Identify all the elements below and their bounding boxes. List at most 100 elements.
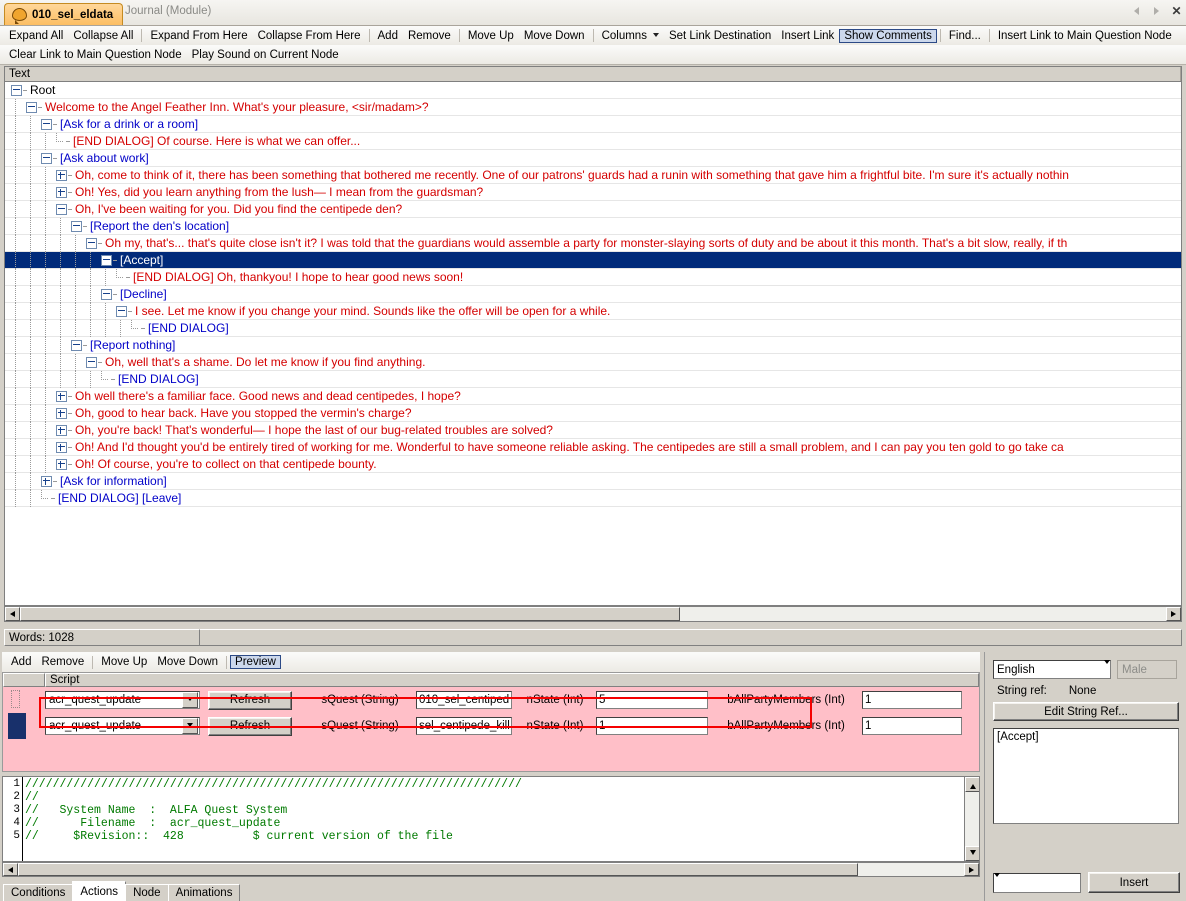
nav-back-icon[interactable] — [1131, 4, 1142, 17]
source-code-text[interactable]: ////////////////////////////////////////… — [23, 777, 979, 861]
tree-row[interactable]: [END DIALOG] — [5, 370, 1181, 388]
code-scroll-down-button[interactable] — [965, 846, 979, 861]
scroll-track[interactable] — [680, 607, 1166, 621]
tree-row[interactable]: [END DIALOG] Of course. Here is what we … — [5, 132, 1181, 150]
actions-add[interactable]: Add — [6, 655, 36, 669]
expand-icon[interactable] — [56, 186, 67, 198]
tree-horizontal-scrollbar[interactable] — [4, 606, 1182, 622]
tree-column-text[interactable]: Text — [5, 67, 1181, 81]
tree-row[interactable]: [Ask about work] — [5, 149, 1181, 167]
toolbar-set-link-destination[interactable]: Set Link Destination — [664, 29, 776, 43]
close-icon[interactable]: ✕ — [1171, 4, 1182, 18]
expand-icon[interactable] — [56, 169, 67, 181]
tree-row[interactable]: Welcome to the Angel Feather Inn. What's… — [5, 98, 1181, 116]
toolbar-move-up[interactable]: Move Up — [463, 29, 519, 43]
script-grid-row[interactable]: acr_quest_update Refresh sQuest (String) se… — [3, 713, 979, 739]
refresh-button[interactable]: Refresh — [208, 716, 292, 736]
refresh-button[interactable]: Refresh — [208, 690, 292, 710]
tree-row[interactable]: Root — [5, 82, 1181, 99]
edit-string-ref-button[interactable]: Edit String Ref... — [993, 702, 1179, 721]
script-source-viewer[interactable]: 12345 //////////////////////////////////… — [2, 776, 980, 862]
chevron-down-icon[interactable] — [182, 718, 198, 734]
script-grid-header-script[interactable]: Script — [45, 673, 979, 687]
tree-row[interactable]: Oh well there's a familiar face. Good ne… — [5, 387, 1181, 405]
nav-forward-icon[interactable] — [1151, 4, 1162, 17]
script-name-select[interactable]: acr_quest_update — [45, 691, 200, 709]
collapse-icon[interactable] — [26, 101, 37, 113]
expand-icon[interactable] — [56, 424, 67, 436]
node-text-editor[interactable]: [Accept] — [993, 728, 1179, 824]
ballparty-input[interactable]: 1 — [862, 717, 962, 735]
toolbar-collapse-from-here[interactable]: Collapse From Here — [253, 29, 366, 43]
toolbar-expand-from-here[interactable]: Expand From Here — [145, 29, 252, 43]
script-name-select[interactable]: acr_quest_update — [45, 717, 200, 735]
code-scroll-left-button[interactable] — [3, 863, 18, 876]
toolbar-move-down[interactable]: Move Down — [519, 29, 590, 43]
tree-row[interactable]: Oh, you're back! That's wonderful— I hop… — [5, 421, 1181, 439]
toolbar-remove[interactable]: Remove — [403, 29, 456, 43]
expand-icon[interactable] — [56, 458, 67, 470]
collapse-icon[interactable] — [41, 152, 52, 164]
tree-row[interactable]: [Report the den's location] — [5, 217, 1181, 235]
toolbar-columns[interactable]: Columns — [597, 29, 664, 43]
collapse-icon[interactable] — [116, 305, 127, 317]
expand-icon[interactable] — [56, 441, 67, 453]
chevron-down-icon[interactable] — [1104, 659, 1110, 679]
script-grid-row[interactable]: acr_quest_update Refresh sQuest (String) 01… — [3, 687, 979, 713]
tree-row[interactable]: Oh, come to think of it, there has been … — [5, 166, 1181, 184]
tree-row[interactable]: Oh, good to hear back. Have you stopped … — [5, 404, 1181, 422]
toolbar-expand-all[interactable]: Expand All — [4, 29, 68, 43]
tree-rows[interactable]: Root Welcome to the Angel Feather Inn. Wh… — [5, 82, 1181, 605]
tree-row[interactable]: Oh, I've been waiting for you. Did you f… — [5, 200, 1181, 218]
tree-row[interactable]: Oh! And I'd thought you'd be entirely ti… — [5, 438, 1181, 456]
collapse-icon[interactable] — [71, 220, 82, 232]
toolbar-add[interactable]: Add — [373, 29, 403, 43]
language-select[interactable]: English — [993, 659, 1111, 679]
collapse-icon[interactable] — [71, 339, 82, 351]
code-hscroll-track[interactable] — [858, 863, 964, 876]
code-scroll-right-button[interactable] — [964, 863, 979, 876]
toolbar-show-comments[interactable]: Show Comments — [839, 28, 937, 43]
chevron-down-icon[interactable] — [182, 692, 198, 708]
toolbar-collapse-all[interactable]: Collapse All — [68, 29, 138, 43]
tree-row[interactable]: [END DIALOG] — [5, 319, 1181, 337]
chevron-down-icon-2[interactable] — [994, 872, 1000, 892]
tree-row[interactable]: [END DIALOG] [Leave] — [5, 489, 1181, 507]
tab-node[interactable]: Node — [125, 884, 169, 901]
scroll-right-button[interactable] — [1166, 607, 1181, 621]
toolbar-play-sound-on-current-node[interactable]: Play Sound on Current Node — [187, 48, 344, 62]
squest-input[interactable]: sel_centipede_kill — [416, 717, 512, 735]
script-grid-rows[interactable]: acr_quest_update Refresh sQuest (String) 01… — [3, 687, 979, 739]
tree-row[interactable]: [Ask for information] — [5, 472, 1181, 490]
collapse-icon[interactable] — [101, 254, 112, 266]
tab-animations[interactable]: Animations — [167, 884, 241, 901]
collapse-icon[interactable] — [56, 203, 67, 215]
tree-row[interactable]: [Decline] — [5, 285, 1181, 303]
code-vertical-scrollbar[interactable] — [964, 777, 979, 861]
nstate-input[interactable]: 5 — [596, 691, 708, 709]
collapse-icon[interactable] — [41, 118, 52, 130]
tree-row[interactable]: [Ask for a drink or a room] — [5, 115, 1181, 133]
document-tab[interactable]: 010_sel_eldata — [4, 3, 124, 25]
scroll-left-button[interactable] — [5, 607, 20, 621]
insert-token-select[interactable] — [993, 872, 1081, 893]
collapse-icon[interactable] — [86, 356, 97, 368]
tree-row[interactable]: Oh! Of course, you're to collect on that… — [5, 455, 1181, 473]
expand-icon[interactable] — [56, 390, 67, 402]
nstate-input[interactable]: 1 — [596, 717, 708, 735]
toolbar-insert-link[interactable]: Insert Link — [776, 29, 839, 43]
toolbar-clear-link-to-main-question-node[interactable]: Clear Link to Main Question Node — [4, 48, 187, 62]
actions-move-down[interactable]: Move Down — [152, 655, 223, 669]
code-horizontal-scrollbar[interactable] — [2, 862, 980, 877]
tab-conditions[interactable]: Conditions — [3, 884, 74, 901]
tree-row[interactable]: [Accept] — [5, 251, 1181, 269]
expand-icon[interactable] — [56, 407, 67, 419]
code-vscroll-track[interactable] — [965, 792, 979, 846]
tree-row[interactable]: I see. Let me know if you change your mi… — [5, 302, 1181, 320]
scroll-thumb[interactable] — [20, 607, 680, 621]
toolbar-find[interactable]: Find... — [944, 29, 986, 43]
tree-row[interactable]: Oh! Yes, did you learn anything from the… — [5, 183, 1181, 201]
insert-button[interactable]: Insert — [1088, 872, 1180, 893]
collapse-icon[interactable] — [86, 237, 97, 249]
code-hscroll-thumb[interactable] — [18, 863, 858, 876]
